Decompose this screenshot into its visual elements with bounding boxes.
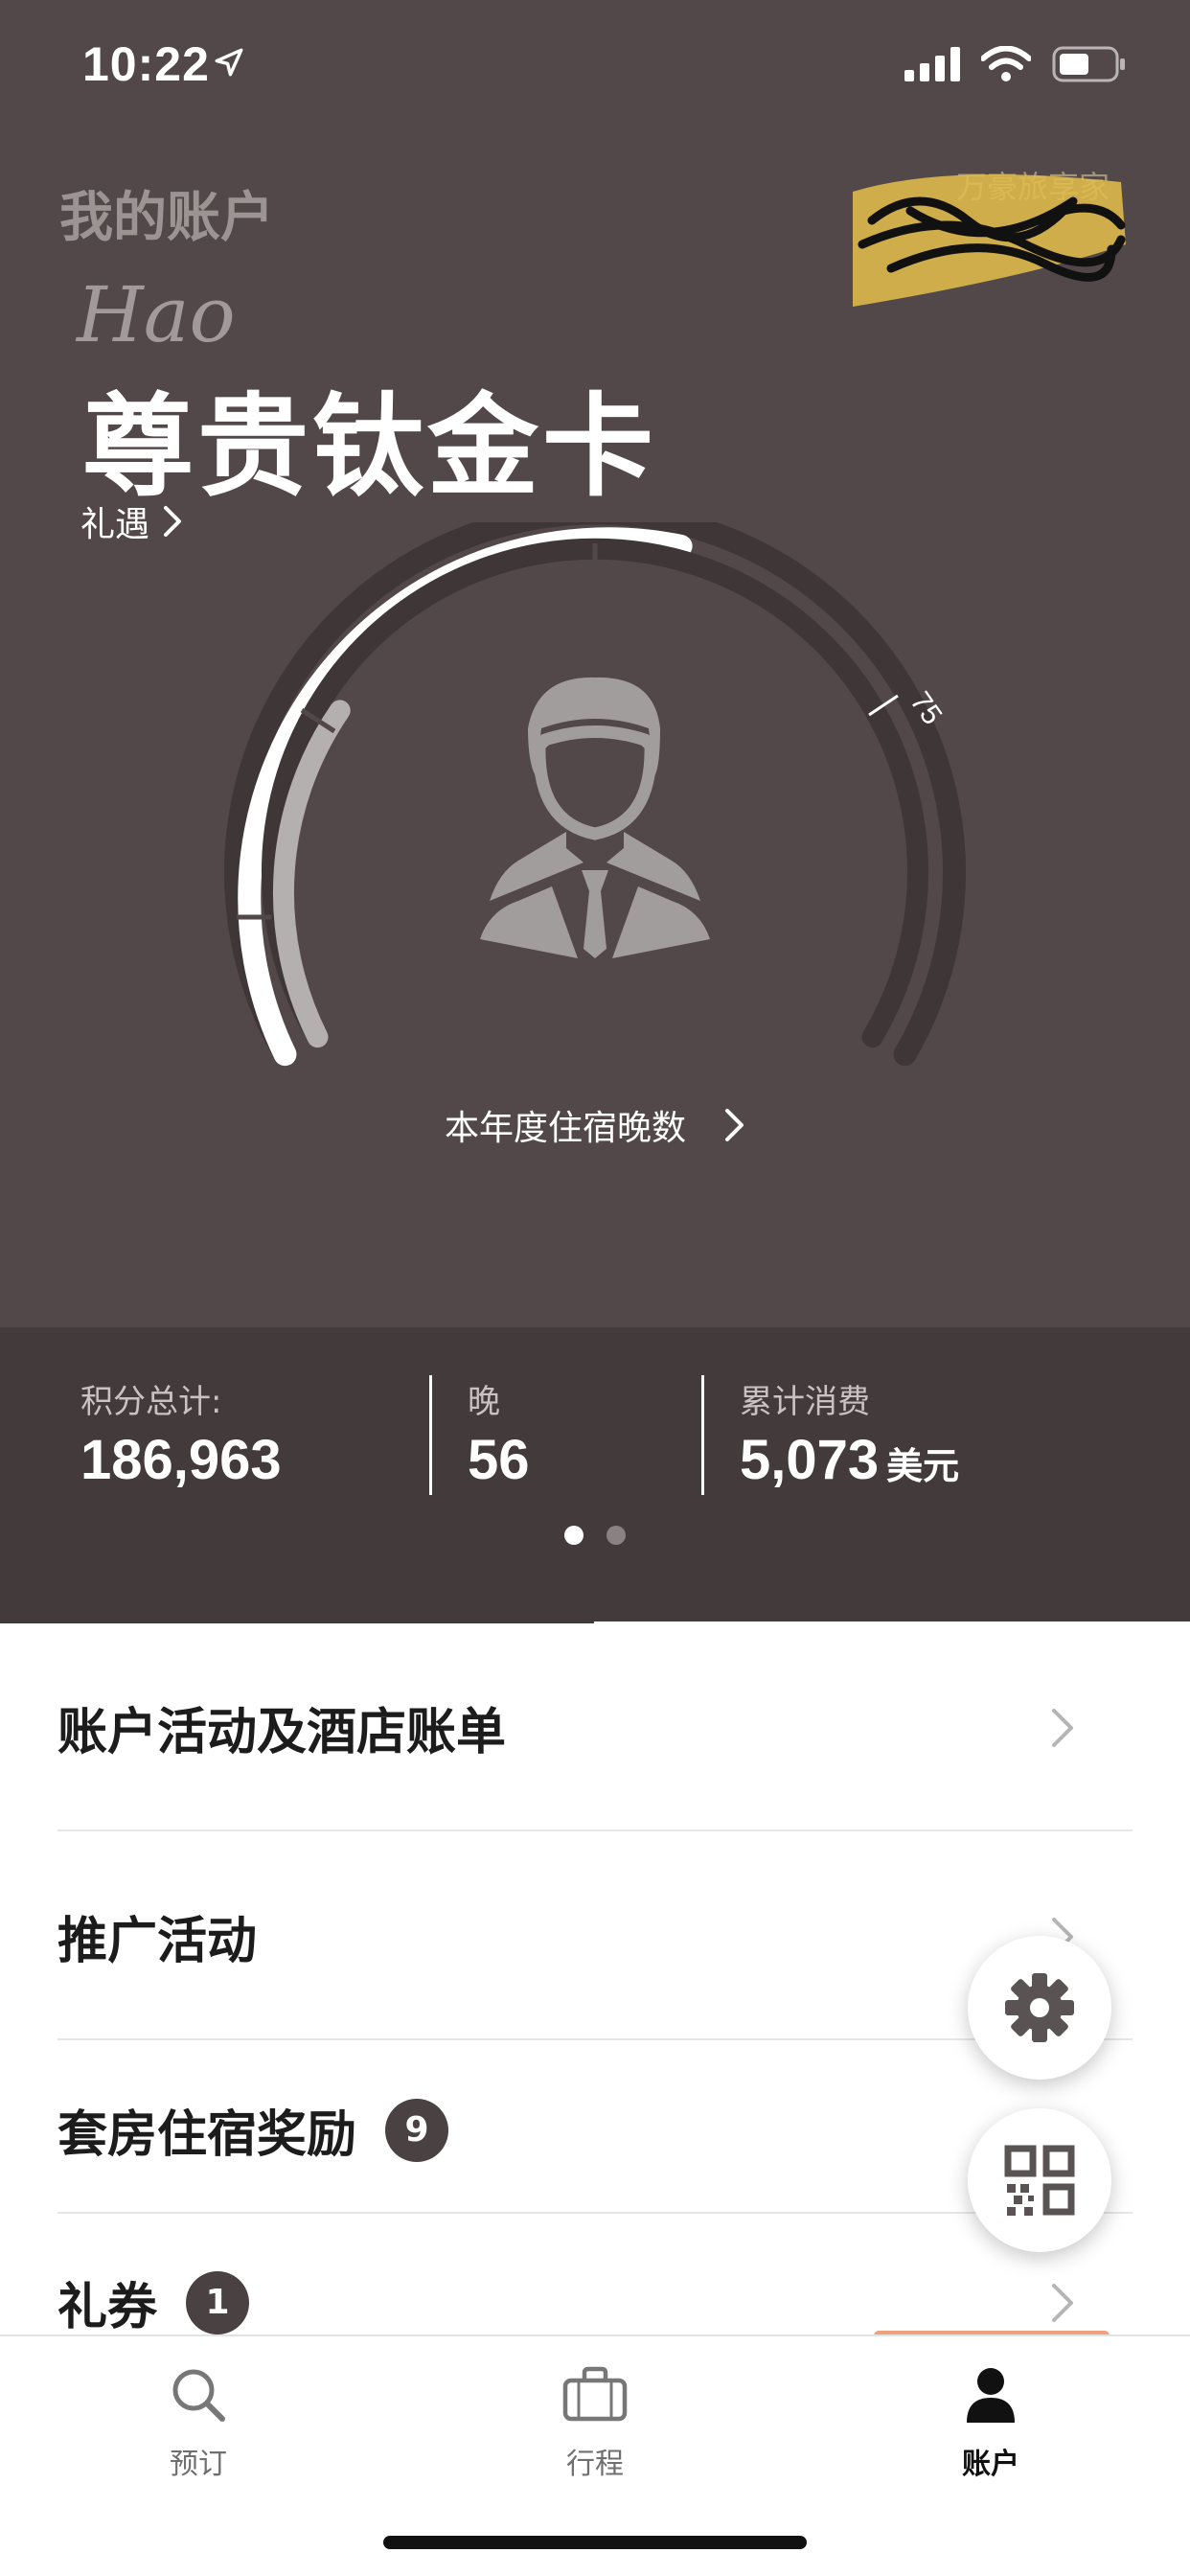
page-dot[interactable] (606, 1526, 626, 1545)
status-time: 10:22 (82, 37, 210, 91)
menu-item-label: 推广活动 (57, 1913, 258, 1970)
nights-gauge: 75 (224, 522, 966, 1067)
nights-this-year-link[interactable]: 本年度住宿晚数 (0, 1100, 1190, 1150)
tab-label: 行程 (566, 2448, 624, 2481)
location-arrow-icon (215, 48, 243, 77)
status-indicators (904, 46, 1127, 82)
account-hero: 10:22 我的账户 Hao 尊贵钛金卡 礼遇 万豪旅享家 (0, 0, 1190, 1327)
chevron-right-icon (725, 1109, 744, 1141)
page-dot-active[interactable] (564, 1526, 584, 1545)
tab-label: 账户 (962, 2448, 1019, 2481)
menu-item-label: 礼券 (57, 2279, 158, 2336)
gauge-outer-track (224, 522, 966, 1067)
tab-account[interactable]: 账户 (895, 2365, 1087, 2482)
member-name: Hao (77, 270, 236, 359)
tab-label: 预订 (170, 2448, 227, 2481)
gauge-progress-arc (238, 527, 693, 1067)
benefits-link[interactable]: 礼遇 (80, 496, 182, 546)
stat-spend-unit: 美元 (886, 1447, 960, 1487)
account-heading: 我的账户 (59, 187, 274, 249)
chevron-right-icon (1052, 1708, 1073, 1747)
stat-divider (701, 1375, 704, 1495)
person-icon (967, 2368, 1015, 2423)
stat-spend-value-row: 5,073 美元 (740, 1428, 959, 1492)
battery-icon (1052, 46, 1125, 82)
stat-spend: 累计消费 5,073 美元 (740, 1375, 959, 1492)
count-badge: 9 (385, 2098, 449, 2162)
redaction-scribble (853, 174, 1126, 307)
menu-item-promotions[interactable]: 推广活动 (57, 1900, 1133, 1972)
stats-band[interactable]: 积分总计: 186,963 晚 56 累计消费 5,073 美元 (0, 1327, 1190, 1622)
stat-points-label: 积分总计: (80, 1383, 222, 1421)
menu-item-account-activity[interactable]: 账户活动及酒店账单 (57, 1691, 1133, 1763)
cellular-signal-icon (904, 47, 960, 81)
stat-points: 积分总计: 186,963 (80, 1375, 282, 1492)
briefcase-icon (562, 2366, 628, 2422)
qr-code-icon (1004, 2145, 1075, 2216)
qr-code-fab[interactable] (968, 2108, 1111, 2252)
stat-nights-label: 晚 (468, 1383, 500, 1421)
nights-this-year-label: 本年度住宿晚数 (444, 1109, 686, 1148)
tab-book[interactable]: 预订 (103, 2365, 294, 2482)
stat-spend-value: 5,073 (740, 1429, 880, 1491)
menu-item-vouchers[interactable]: 礼券 1 (57, 2266, 1133, 2338)
menu-item-label: 账户活动及酒店账单 (57, 1704, 507, 1761)
stat-points-value: 186,963 (80, 1429, 282, 1491)
home-indicator (383, 2536, 807, 2549)
menu-divider (57, 2212, 1133, 2214)
search-icon (172, 2369, 225, 2422)
stat-nights-value: 56 (468, 1429, 530, 1491)
page-indicator[interactable] (0, 1526, 1190, 1545)
stat-spend-label: 累计消费 (740, 1383, 870, 1421)
chevron-right-icon (164, 506, 182, 537)
stat-nights: 晚 56 (468, 1375, 530, 1492)
benefits-link-label: 礼遇 (80, 505, 150, 544)
wifi-icon (981, 46, 1031, 81)
chevron-right-icon (1052, 2283, 1073, 2322)
menu-divider (57, 1829, 1133, 1831)
menu-item-label: 套房住宿奖励 (57, 2106, 357, 2164)
count-badge: 1 (186, 2270, 250, 2334)
gear-icon (1005, 1973, 1074, 2042)
settings-fab[interactable] (968, 1936, 1111, 2080)
profile-avatar-icon (480, 677, 710, 958)
tab-trips[interactable]: 行程 (499, 2365, 691, 2482)
stat-divider (429, 1375, 432, 1495)
band-underline (0, 1620, 594, 1623)
menu-divider (57, 2038, 1133, 2040)
tier-title: 尊贵钛金卡 (82, 382, 657, 512)
